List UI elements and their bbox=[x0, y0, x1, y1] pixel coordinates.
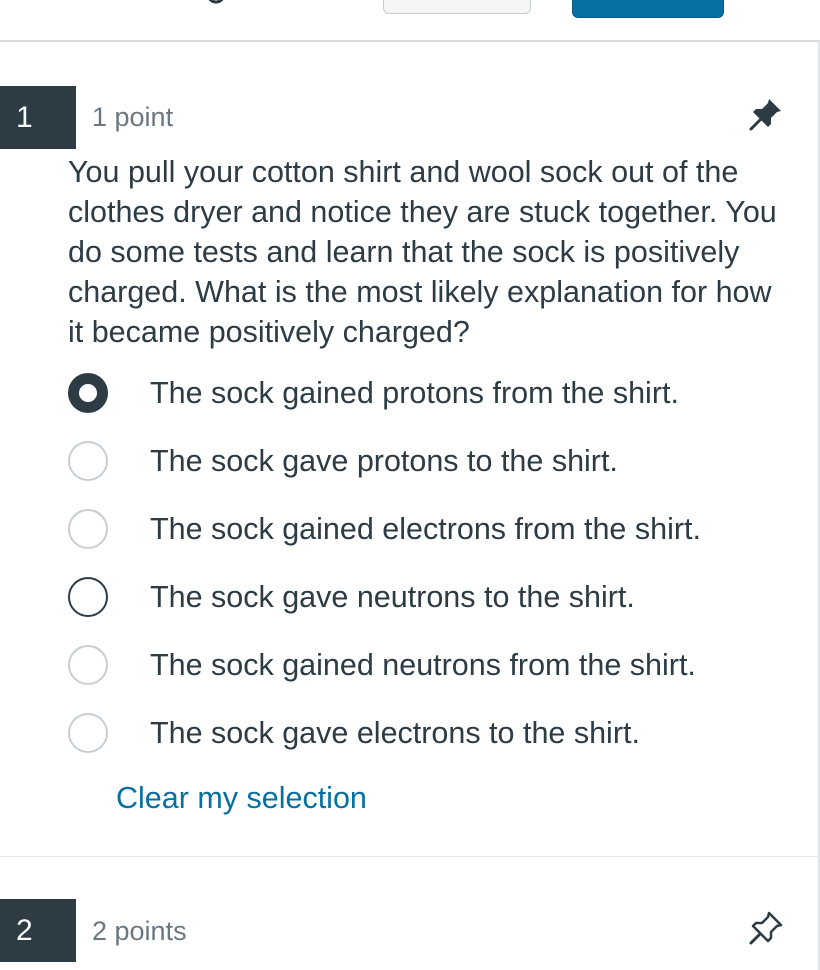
radio-button[interactable] bbox=[68, 441, 108, 481]
answer-label: The sock gained protons from the shirt. bbox=[150, 375, 679, 410]
question-number: 1 bbox=[0, 86, 76, 149]
answer-label: The sock gained neutrons from the shirt. bbox=[150, 647, 696, 682]
pin-filled-icon[interactable] bbox=[748, 96, 784, 132]
toolbar-divider bbox=[0, 40, 820, 42]
radio-button[interactable] bbox=[68, 509, 108, 549]
answer-option[interactable]: The sock gained electrons from the shirt… bbox=[68, 504, 788, 554]
question-text: You pull your cotton shirt and wool sock… bbox=[68, 155, 777, 349]
answer-label: The sock gained electrons from the shirt… bbox=[150, 511, 701, 546]
question-number: 2 bbox=[0, 899, 76, 962]
toolbar-secondary-button[interactable] bbox=[383, 0, 531, 14]
radio-button[interactable] bbox=[68, 645, 108, 685]
pin-outline-icon[interactable] bbox=[748, 910, 784, 946]
answer-option[interactable]: The sock gained protons from the shirt. bbox=[68, 368, 788, 418]
answer-option[interactable]: The sock gave protons to the shirt. bbox=[68, 436, 788, 486]
answer-option[interactable]: The sock gave electrons to the shirt. bbox=[68, 708, 788, 758]
top-toolbar bbox=[0, 0, 820, 42]
answer-option[interactable]: The sock gave neutrons to the shirt. bbox=[68, 572, 788, 622]
question-divider bbox=[0, 856, 820, 857]
radio-button[interactable] bbox=[68, 577, 108, 617]
answer-option[interactable]: The sock gained neutrons from the shirt. bbox=[68, 640, 788, 690]
answer-label: The sock gave protons to the shirt. bbox=[150, 443, 618, 478]
answer-label: The sock gave electrons to the shirt. bbox=[150, 715, 640, 750]
radio-button[interactable] bbox=[68, 373, 108, 413]
clear-selection-link[interactable]: Clear my selection bbox=[116, 778, 367, 818]
radio-button[interactable] bbox=[68, 713, 108, 753]
question-points: 1 point bbox=[92, 102, 174, 132]
toolbar-primary-button[interactable] bbox=[572, 0, 724, 18]
answer-label: The sock gave neutrons to the shirt. bbox=[150, 579, 635, 614]
tools-icon[interactable] bbox=[178, 0, 228, 12]
question-points: 2 points bbox=[92, 916, 187, 946]
